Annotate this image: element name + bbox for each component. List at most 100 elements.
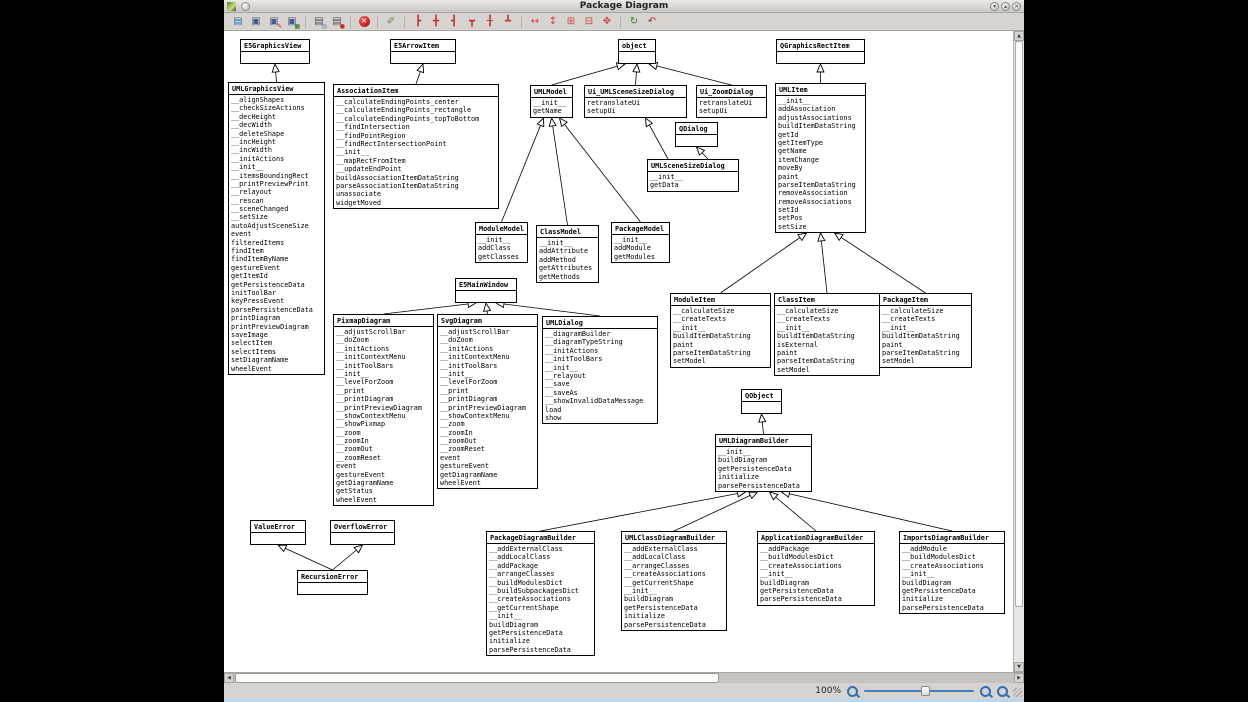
zoom-in-icon[interactable]: [980, 686, 991, 697]
class-title: SvgDiagram: [438, 315, 537, 327]
class-box-OverflowError[interactable]: OverflowError: [330, 520, 395, 545]
class-members: __init__addModulegetModules: [612, 235, 669, 262]
class-box-ImportsDiagramBuilder[interactable]: ImportsDiagramBuilder__addModule__buildM…: [899, 531, 1005, 614]
relayout-button[interactable]: ↻: [626, 14, 642, 29]
scroll-right-button[interactable]: ▶: [1014, 673, 1024, 683]
class-box-QGraphicsRectItem[interactable]: QGraphicsRectItem: [776, 39, 865, 64]
class-box-ValueError[interactable]: ValueError: [250, 520, 306, 545]
class-box-UMLClassDiagramBuilder[interactable]: UMLClassDiagramBuilder__addExternalClass…: [621, 531, 727, 631]
class-box-ModuleItem[interactable]: ModuleItem__calculateSize__createTexts__…: [670, 293, 771, 368]
class-box-QObject[interactable]: QObject: [741, 389, 782, 414]
save-image-button[interactable]: ▣▦: [284, 14, 300, 29]
class-title: UMLDialog: [543, 317, 657, 329]
class-box-RecursionError[interactable]: RecursionError: [297, 570, 368, 595]
resize-grip[interactable]: [1013, 688, 1022, 697]
class-box-UMLDialog[interactable]: UMLDialog__diagramBuilder__diagramTypeSt…: [542, 316, 658, 424]
minimize-button[interactable]: ▾: [990, 2, 999, 11]
titlebar[interactable]: Package Diagram ▾▴✕: [224, 0, 1024, 13]
class-title: PixmapDiagram: [334, 315, 433, 327]
class-title: object: [619, 40, 655, 52]
class-members: [241, 52, 309, 63]
horizontal-scrollbar[interactable]: ◀ ▶: [224, 672, 1024, 683]
dec-size-button[interactable]: ⊟: [581, 14, 597, 29]
shade-button[interactable]: [241, 2, 250, 11]
class-members: __addPackage__buildModulesDict__createAs…: [758, 544, 874, 605]
class-box-Ui_UMLSceneSizeDialog[interactable]: Ui_UMLSceneSizeDialogretranslateUisetupU…: [584, 85, 687, 118]
inc-width-button[interactable]: ↔: [527, 14, 543, 29]
class-box-UMLItem[interactable]: UMLItem__init__addAssociationadjustAssoc…: [775, 83, 866, 233]
attach-button[interactable]: ✐: [383, 14, 399, 29]
statusbar: 100%: [224, 683, 1024, 699]
undo-button[interactable]: ↶: [644, 14, 660, 29]
class-box-PixmapDiagram[interactable]: PixmapDiagram__adjustScrollBar__doZoom__…: [333, 314, 434, 506]
align-bottom-button[interactable]: ┻: [500, 14, 516, 29]
inheritance-arrow-UMLSceneSizeDialog-to-QDialog: [697, 147, 709, 159]
set-size-button[interactable]: ✥: [599, 14, 615, 29]
horizontal-scroll-track[interactable]: [234, 673, 1014, 683]
print-diagram-button[interactable]: ▤●: [329, 14, 345, 29]
align-right-button[interactable]: ┫: [446, 14, 462, 29]
class-members: [456, 291, 516, 302]
class-members: __init__getData: [648, 172, 738, 191]
class-box-UMLSceneSizeDialog[interactable]: UMLSceneSizeDialog__init__getData: [647, 159, 739, 192]
maximize-button[interactable]: ▴: [1001, 2, 1010, 11]
inc-height-button[interactable]: ↕: [545, 14, 561, 29]
inheritance-arrow-UMLDiagramBuilder-to-QObject: [762, 414, 764, 434]
class-box-SvgDiagram[interactable]: SvgDiagram__adjustScrollBar__doZoom__ini…: [437, 314, 538, 489]
zoom-slider[interactable]: [864, 685, 974, 697]
class-box-E5ArrowItem[interactable]: E5ArrowItem: [390, 39, 456, 64]
align-top-button[interactable]: ┳: [464, 14, 480, 29]
save-button[interactable]: ▣: [248, 14, 264, 29]
undo-icon: ↶: [648, 16, 656, 27]
close-diagram-button[interactable]: ✕: [356, 14, 372, 29]
class-box-PackageItem[interactable]: PackageItem__calculateSize__createTexts_…: [879, 293, 972, 368]
class-box-Ui_ZoomDialog[interactable]: Ui_ZoomDialogretranslateUisetupUi: [696, 85, 767, 118]
horizontal-scroll-thumb[interactable]: [235, 673, 719, 683]
class-box-UMLDiagramBuilder[interactable]: UMLDiagramBuilder__init__buildDiagramget…: [715, 434, 812, 492]
close-button[interactable]: ✕: [1012, 2, 1021, 11]
class-box-ClassItem[interactable]: ClassItem__calculateSize__createTexts__i…: [774, 293, 880, 376]
inc-size-button[interactable]: ⊞: [563, 14, 579, 29]
class-box-PackageModel[interactable]: PackageModel__init__addModulegetModules: [611, 222, 670, 263]
scroll-up-button[interactable]: ▲: [1014, 31, 1024, 41]
save-as-badge-icon: ✎: [277, 23, 282, 30]
align-left-button[interactable]: ┣: [410, 14, 426, 29]
class-title: E5MainWindow: [456, 279, 516, 291]
class-members: [251, 533, 305, 544]
zoom-reset-icon[interactable]: [997, 686, 1008, 697]
class-box-ClassModel[interactable]: ClassModel__init__addAttributeaddMethodg…: [536, 225, 599, 283]
class-title: AssociationItem: [334, 85, 498, 97]
align-vcenter-button[interactable]: ╂: [482, 14, 498, 29]
class-title: Ui_ZoomDialog: [697, 86, 766, 98]
align-bottom-icon: ┻: [505, 16, 511, 27]
class-box-E5MainWindow[interactable]: E5MainWindow: [455, 278, 517, 303]
align-right-icon: ┫: [451, 16, 457, 27]
class-box-E5GraphicsView[interactable]: E5GraphicsView: [240, 39, 310, 64]
print-preview-button[interactable]: ▤◎: [311, 14, 327, 29]
dec-size-icon: ⊟: [585, 16, 593, 27]
scroll-left-button[interactable]: ◀: [224, 673, 234, 683]
zoom-slider-handle[interactable]: [921, 686, 930, 696]
class-members: __init__addClassgetClasses: [476, 235, 527, 262]
save-as-button[interactable]: ▣✎: [266, 14, 282, 29]
class-title: UMLItem: [776, 84, 865, 96]
diagram-canvas[interactable]: E5GraphicsView E5ArrowItem object QGraphics…: [224, 31, 1013, 672]
inheritance-arrow-ImportsDiagramBuilder-to-UMLDiagramBuilder: [782, 492, 953, 531]
class-box-object[interactable]: object: [618, 39, 656, 64]
zoom-out-icon[interactable]: [847, 686, 858, 697]
vertical-scroll-thumb[interactable]: [1015, 41, 1023, 607]
class-box-UMLModel[interactable]: UMLModel__init__getName: [530, 85, 573, 118]
class-members: __calculateEndingPoints_center__calculat…: [334, 97, 498, 208]
scroll-down-button[interactable]: ▼: [1014, 662, 1024, 672]
align-hcenter-button[interactable]: ╋: [428, 14, 444, 29]
class-box-ApplicationDiagramBuilder[interactable]: ApplicationDiagramBuilder__addPackage__b…: [757, 531, 875, 606]
class-box-QDialog[interactable]: QDialog: [675, 122, 718, 147]
print-button[interactable]: ▤: [230, 14, 246, 29]
class-members: __init__buildDiagramgetPersistenceDatain…: [716, 447, 811, 491]
class-box-ModuleModel[interactable]: ModuleModel__init__addClassgetClasses: [475, 222, 528, 263]
class-box-UMLGraphicsView[interactable]: UMLGraphicsView__alignShapes__checkSizeA…: [228, 82, 325, 375]
vertical-scrollbar[interactable]: ▲ ▼: [1013, 31, 1024, 672]
class-box-AssociationItem[interactable]: AssociationItem__calculateEndingPoints_c…: [333, 84, 499, 209]
class-title: ModuleModel: [476, 223, 527, 235]
class-box-PackageDiagramBuilder[interactable]: PackageDiagramBuilder__addExternalClass_…: [486, 531, 595, 656]
